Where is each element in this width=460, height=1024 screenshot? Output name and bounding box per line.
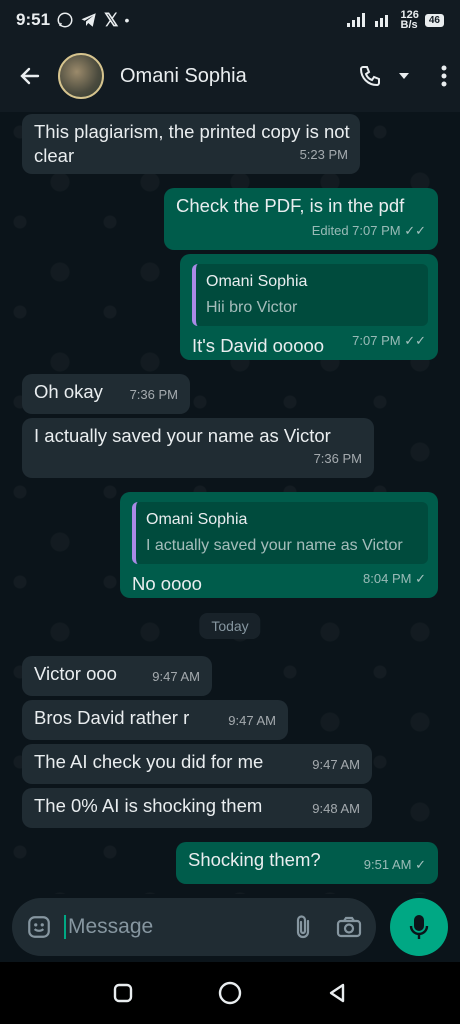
quoted-text: I actually saved your name as Victor <box>146 537 403 554</box>
voice-call-icon[interactable] <box>358 64 382 88</box>
back-button-icon[interactable] <box>326 982 348 1004</box>
whatsapp-icon <box>57 12 73 28</box>
message-outgoing[interactable]: Shocking them? 9:51 AM ✓ <box>176 842 438 884</box>
message-outgoing-reply[interactable]: Omani Sophia I actually saved your name … <box>120 492 438 598</box>
message-incoming[interactable]: Victor ooo 9:47 AM <box>22 656 212 696</box>
quoted-sender: Omani Sophia <box>206 273 308 290</box>
back-button[interactable] <box>12 58 48 94</box>
quoted-text: Hii bro Victor <box>206 299 298 316</box>
message-time: 5:23 PM <box>299 147 348 162</box>
arrow-left-icon <box>20 67 40 85</box>
home-button-icon[interactable] <box>217 980 243 1006</box>
camera-icon[interactable] <box>336 915 362 939</box>
message-time: 9:47 AM <box>312 757 360 772</box>
check-icon: ✓ <box>415 857 426 872</box>
battery-icon: 46 <box>424 13 444 27</box>
message-time: 7:36 PM <box>313 451 362 466</box>
message-input[interactable] <box>64 915 244 939</box>
signal-icon <box>346 13 365 27</box>
message-time: 7:36 PM <box>129 387 178 402</box>
more-vertical-icon[interactable] <box>440 64 448 88</box>
composer <box>0 894 460 962</box>
telegram-icon <box>81 13 96 27</box>
quoted-sender: Omani Sophia <box>146 511 248 528</box>
recents-button-icon[interactable] <box>112 982 134 1004</box>
message-incoming[interactable]: The 0% AI is shocking them 9:48 AM <box>22 788 372 828</box>
voice-record-button[interactable] <box>390 898 448 956</box>
message-time: 7:07 PM <box>352 333 401 348</box>
message-time: 9:51 AM <box>363 857 412 872</box>
sticker-icon[interactable] <box>26 914 52 940</box>
double-check-icon: ✓✓ <box>404 333 426 348</box>
x-icon: 𝕏 <box>104 9 119 30</box>
message-outgoing-reply[interactable]: Omani Sophia Hii bro Victor It's David o… <box>180 254 438 360</box>
quoted-message[interactable]: Omani Sophia Hii bro Victor <box>192 264 428 326</box>
status-bar: 9:51 𝕏 • 126 B/s 46 <box>0 0 460 40</box>
microphone-icon <box>409 915 429 939</box>
chat-header: Omani Sophia <box>0 40 460 112</box>
contact-avatar[interactable] <box>58 53 104 99</box>
message-time: 9:48 AM <box>312 801 360 816</box>
message-input-box[interactable] <box>12 898 376 956</box>
message-incoming[interactable]: The AI check you did for me 9:47 AM <box>22 744 372 784</box>
system-navigation-bar <box>0 962 460 1024</box>
paperclip-icon[interactable] <box>292 914 314 940</box>
double-check-icon: ✓✓ <box>404 223 426 238</box>
message-incoming[interactable]: This plagiarism, the printed copy is not… <box>22 114 360 174</box>
message-time: 9:47 AM <box>152 669 200 684</box>
message-incoming[interactable]: I actually saved your name as Victor 7:3… <box>22 418 374 478</box>
status-time: 9:51 <box>16 10 51 29</box>
message-time: 9:47 AM <box>228 713 276 728</box>
message-text: I actually saved your name as Victor <box>34 425 331 446</box>
chevron-down-icon[interactable] <box>398 71 410 81</box>
message-time: Edited 7:07 PM <box>311 223 401 238</box>
message-time: 8:04 PM <box>363 571 412 586</box>
message-outgoing[interactable]: Check the PDF, is in the pdf Edited 7:07… <box>164 188 438 250</box>
message-text: Check the PDF, is in the pdf <box>176 195 405 216</box>
check-icon: ✓ <box>415 571 426 586</box>
message-incoming[interactable]: Oh okay 7:36 PM <box>22 374 190 414</box>
contact-name[interactable]: Omani Sophia <box>120 65 247 88</box>
net-speed-unit: B/s <box>400 19 418 31</box>
notification-dot-icon: • <box>124 12 130 28</box>
chat-area[interactable]: This plagiarism, the printed copy is not… <box>0 112 460 894</box>
date-separator: Today <box>199 613 261 639</box>
quoted-message[interactable]: Omani Sophia I actually saved your name … <box>132 502 428 564</box>
signal-4g-icon <box>374 15 388 27</box>
message-incoming[interactable]: Bros David rather r 9:47 AM <box>22 700 288 740</box>
